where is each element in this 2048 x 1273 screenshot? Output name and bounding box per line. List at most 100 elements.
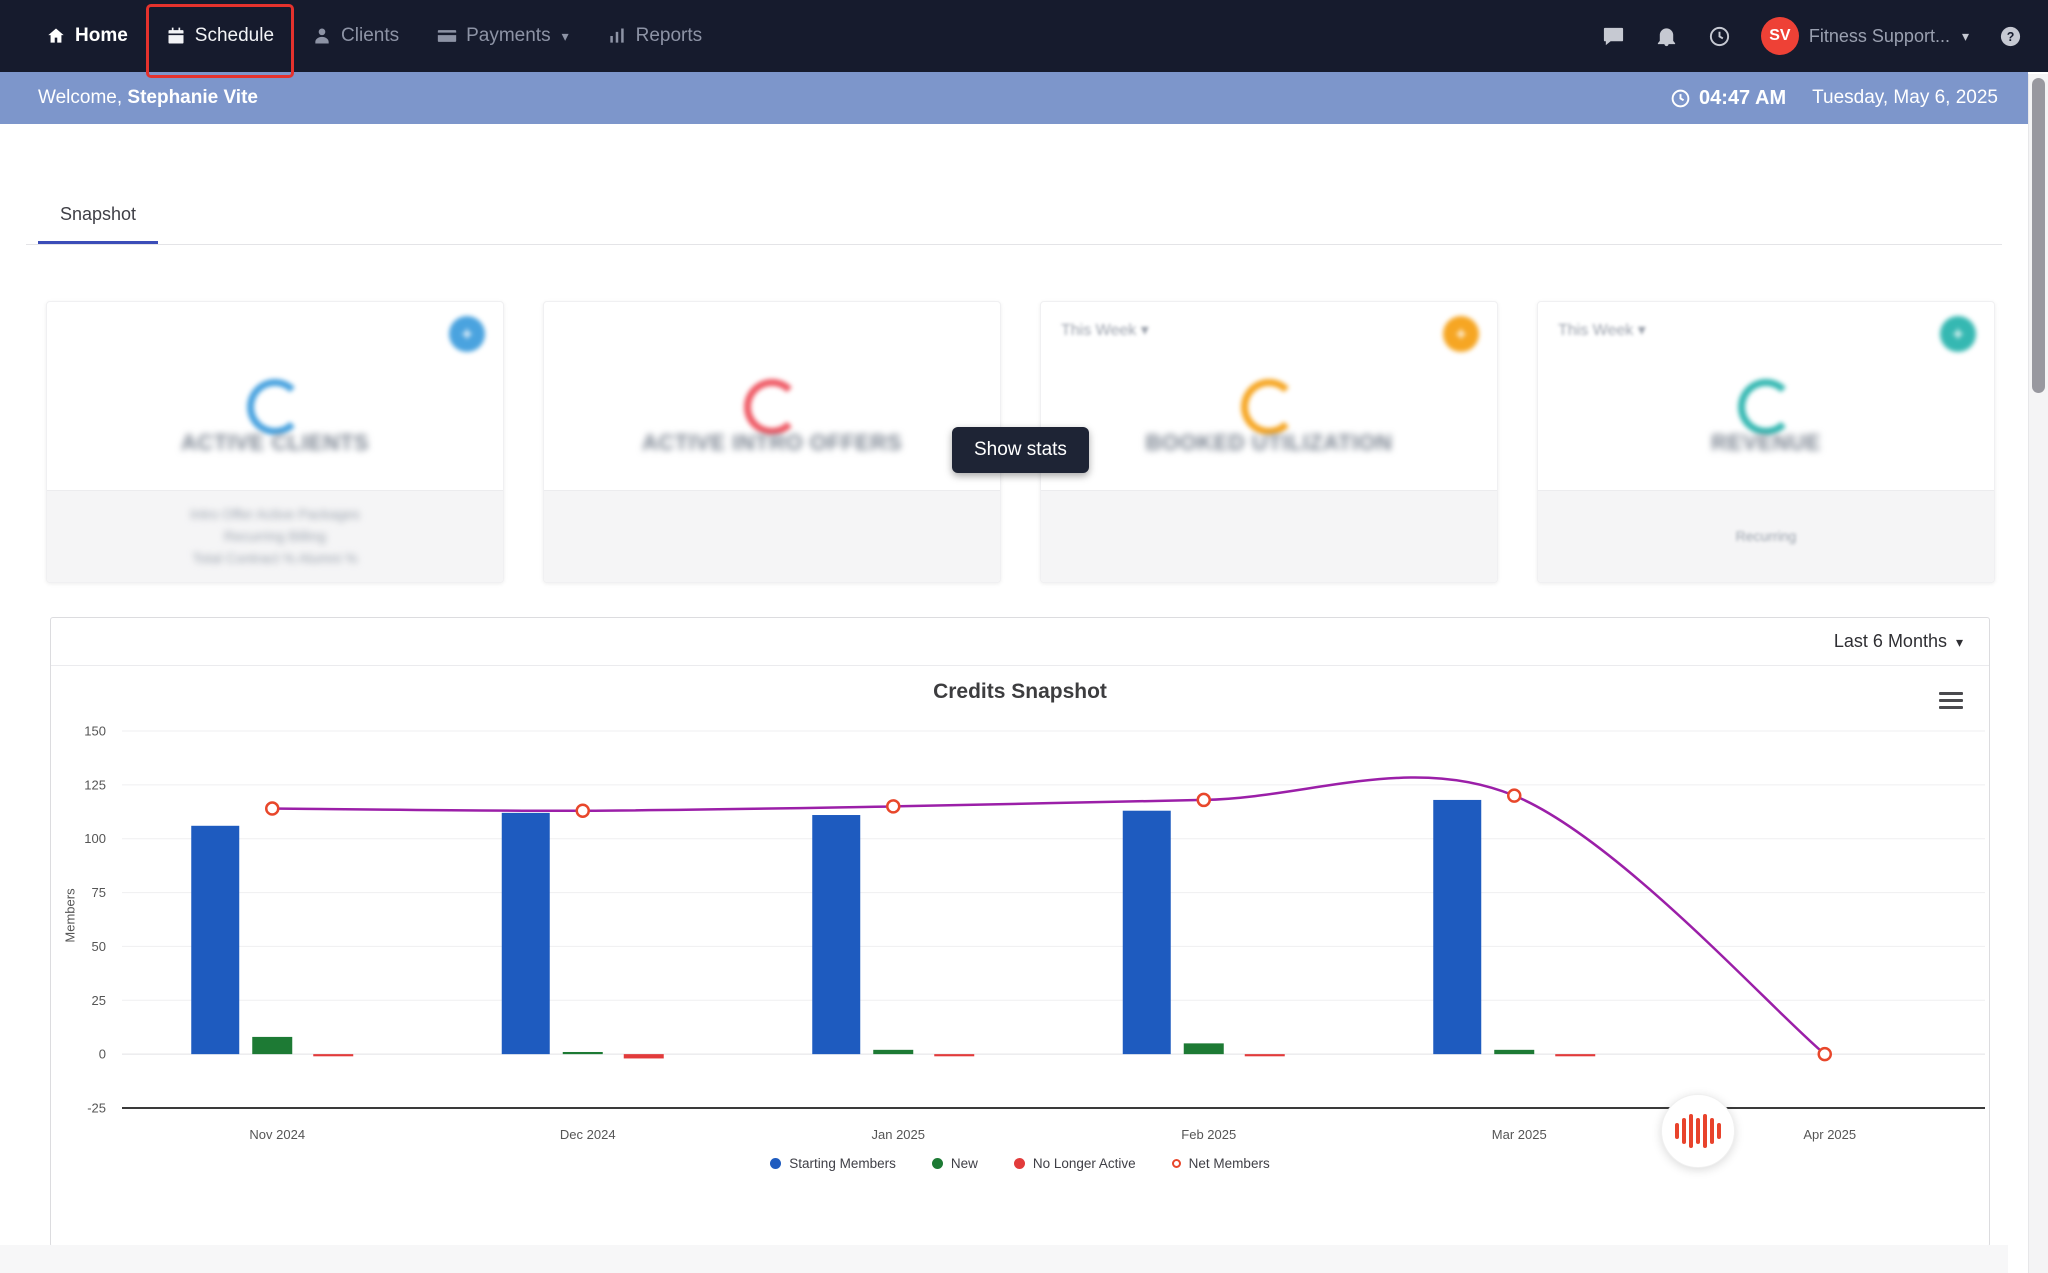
- chat-icon[interactable]: [1602, 25, 1625, 48]
- current-time: 04:47 AM: [1670, 87, 1786, 110]
- card-footer: [1041, 490, 1497, 582]
- svg-text:0: 0: [99, 1047, 106, 1062]
- page-background-strip: [0, 1245, 2008, 1273]
- welcome-bar: Welcome, Stephanie Vite 04:47 AM Tuesday…: [0, 72, 2028, 124]
- avatar[interactable]: SV: [1760, 17, 1799, 55]
- svg-text:150: 150: [84, 724, 106, 739]
- svg-text:Mar 2025: Mar 2025: [1492, 1127, 1547, 1142]
- nav-item-label: Payments: [466, 25, 551, 46]
- card-accent-icon[interactable]: +: [449, 316, 485, 352]
- person-icon: [315, 28, 329, 44]
- nav-item-schedule[interactable]: Schedule: [145, 0, 295, 78]
- svg-text:Feb 2025: Feb 2025: [1181, 1127, 1236, 1142]
- home-icon: [48, 28, 64, 43]
- card-body: + ACTIVE CLIENTS: [47, 302, 503, 490]
- stat-card-booked-utilization: This Week ▾ + BOOKED UTILIZATION: [1040, 301, 1498, 583]
- stat-card-revenue: This Week ▾ + REVENUE Recurring: [1537, 301, 1995, 583]
- legend-label: New: [950, 1156, 978, 1171]
- loading-ring-icon: [744, 379, 800, 435]
- legend-label: Net Members: [1188, 1156, 1270, 1171]
- app-screen: Home Schedule Clients Payments ▾ Reports: [0, 0, 2048, 1273]
- legend-item[interactable]: Starting Members: [770, 1156, 896, 1171]
- credit-card-icon: [437, 30, 457, 42]
- scrollbar-track[interactable]: [2028, 74, 2048, 1273]
- welcome-right: 04:47 AM Tuesday, May 6, 2025: [1670, 87, 1998, 110]
- top-nav: Home Schedule Clients Payments ▾ Reports: [0, 0, 2048, 78]
- bar-chart-icon: [609, 28, 624, 43]
- card-title: ACTIVE INTRO OFFERS: [641, 430, 903, 455]
- credits-snapshot-card: Last 6 Months ▾ Credits Snapshot Members…: [50, 617, 1990, 1247]
- tabs-row: Snapshot: [26, 196, 2002, 245]
- calendar-icon: [168, 27, 184, 44]
- range-label: Last 6 Months: [1833, 631, 1947, 651]
- card-body: This Week ▾ + BOOKED UTILIZATION: [1041, 302, 1497, 490]
- chart-title: Credits Snapshot: [933, 680, 1107, 703]
- welcome-message: Welcome, Stephanie Vite: [38, 87, 258, 109]
- account-name: Fitness Support...: [1808, 25, 1950, 46]
- credits-snapshot-chart: -25 0 25 50 75 100 125 150 Nov 2024 Dec 2024 Jan 2…: [84, 724, 1985, 1142]
- legend-item[interactable]: No Longer Active: [1013, 1156, 1136, 1171]
- svg-text:100: 100: [84, 831, 106, 846]
- account-menu[interactable]: SV Fitness Support... ▾: [1760, 17, 1969, 55]
- welcome-user-name: Stephanie Vite: [127, 87, 258, 108]
- card-body: This Week ▾ + REVENUE: [1538, 302, 1994, 490]
- loading-ring-icon: [1738, 379, 1794, 435]
- card-footer: Intro Offer Active Packages Recurring Bi…: [47, 490, 503, 582]
- footer-line: Total Contract % Alumni %: [192, 550, 358, 566]
- legend-label: Starting Members: [789, 1156, 896, 1171]
- nav-item-label: Clients: [341, 25, 400, 46]
- card-accent-icon[interactable]: +: [1443, 316, 1479, 352]
- card-range-dropdown[interactable]: This Week ▾: [1061, 320, 1149, 340]
- card-range-dropdown[interactable]: This Week ▾: [1558, 320, 1646, 340]
- y-axis-label: Members: [62, 888, 78, 943]
- tab-snapshot[interactable]: Snapshot: [38, 196, 159, 244]
- legend-item[interactable]: New: [931, 1156, 978, 1171]
- help-icon[interactable]: ?: [1999, 25, 2022, 48]
- nav-item-reports[interactable]: Reports: [605, 0, 705, 72]
- welcome-prefix: Welcome,: [38, 87, 123, 108]
- svg-text:Apr 2025: Apr 2025: [1803, 1127, 1856, 1142]
- card-title: ACTIVE CLIENTS: [181, 430, 369, 455]
- stat-card-active-intro-offers: ACTIVE INTRO OFFERS: [543, 301, 1001, 583]
- loading-spinner-icon: [1661, 1094, 1735, 1168]
- scrollbar-thumb[interactable]: [2032, 78, 2045, 393]
- chart-header: Last 6 Months ▾: [51, 618, 1989, 666]
- legend-label: No Longer Active: [1032, 1156, 1136, 1171]
- bell-icon[interactable]: [1655, 25, 1678, 48]
- card-body: ACTIVE INTRO OFFERS: [544, 302, 1000, 490]
- nav-item-clients[interactable]: Clients: [310, 0, 401, 72]
- footer-line: Recurring: [1735, 528, 1797, 544]
- svg-text:?: ?: [2007, 29, 2015, 43]
- card-title: REVENUE: [1711, 430, 1821, 455]
- current-date: Tuesday, May 6, 2025: [1812, 87, 1998, 108]
- loading-ring-icon: [1241, 379, 1297, 435]
- show-stats-button[interactable]: Show stats: [952, 427, 1089, 473]
- nav-item-home[interactable]: Home: [44, 0, 130, 72]
- nav-left: Home Schedule Clients Payments ▾ Reports: [44, 0, 705, 78]
- chevron-down-icon: ▾: [561, 28, 569, 44]
- card-footer: [544, 490, 1000, 582]
- card-accent-icon[interactable]: +: [1940, 316, 1976, 352]
- svg-text:-25: -25: [87, 1101, 106, 1116]
- legend-open-circle-icon: [1171, 1159, 1181, 1168]
- time-text: 04:47 AM: [1699, 86, 1787, 109]
- legend-dot-icon: [1013, 1158, 1025, 1169]
- clock-icon: [1671, 89, 1690, 107]
- svg-text:125: 125: [84, 777, 106, 792]
- hamburger-menu-icon[interactable]: [1939, 688, 1963, 713]
- footer-line: Intro Offer Active Packages: [190, 506, 360, 522]
- nav-item-label: Reports: [635, 25, 703, 46]
- chart-range-dropdown[interactable]: Last 6 Months ▾: [1834, 631, 1963, 652]
- clock-icon[interactable]: [1708, 25, 1731, 48]
- card-footer: Recurring: [1538, 490, 1994, 582]
- footer-line: Recurring Billing: [224, 528, 326, 544]
- nav-right: SV Fitness Support... ▾ ?: [1602, 17, 2022, 55]
- main-content: Snapshot Show stats + ACTIVE CLIENTS Int…: [0, 124, 2028, 1273]
- nav-item-label: Schedule: [194, 25, 275, 46]
- card-title: BOOKED UTILIZATION: [1145, 430, 1393, 455]
- legend-item[interactable]: Net Members: [1171, 1156, 1270, 1171]
- nav-item-payments[interactable]: Payments ▾: [435, 0, 571, 72]
- svg-text:25: 25: [92, 993, 106, 1008]
- svg-text:Nov 2024: Nov 2024: [249, 1127, 305, 1142]
- legend-dot-icon: [931, 1158, 943, 1169]
